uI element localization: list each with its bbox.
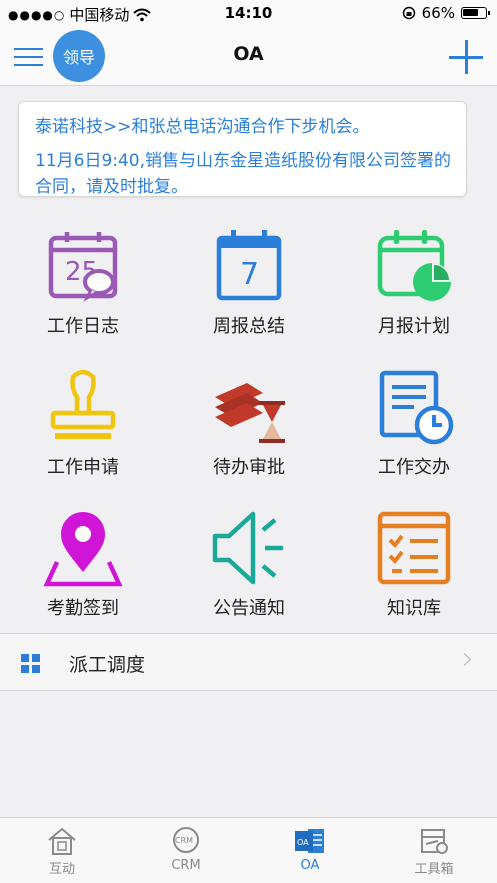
tab-label: 互动 bbox=[48, 862, 75, 877]
grid-item-knowledge-base[interactable]: 知识库 bbox=[331, 494, 497, 634]
grid-item-announcements[interactable]: 公告通知 bbox=[166, 494, 332, 634]
grid-item-label: 月报计划 bbox=[378, 316, 450, 337]
chevron-right-icon bbox=[458, 653, 471, 666]
grid-item-work-application[interactable]: 工作申请 bbox=[0, 353, 166, 493]
dispatch-row[interactable]: 派工调度 bbox=[0, 633, 497, 691]
grid-icon bbox=[21, 654, 40, 673]
grid-square bbox=[32, 654, 40, 662]
grid-item-label: 考勤签到 bbox=[47, 598, 119, 619]
speaker-icon bbox=[212, 511, 283, 585]
battery-percent: 66% bbox=[421, 4, 455, 22]
notice-item[interactable]: 泰诺科技>>和张总电话沟通合作下步机会。 bbox=[35, 114, 452, 140]
grid-item-weekly-report[interactable]: 7 周报总结 bbox=[166, 212, 332, 352]
tab-interaction[interactable]: 互动 bbox=[0, 818, 124, 883]
tab-label: CRM bbox=[171, 858, 201, 873]
location-pin-icon bbox=[43, 512, 123, 587]
status-bar: ●●●●○ 中国移动 14:10 66% bbox=[0, 0, 497, 28]
menu-button[interactable] bbox=[14, 42, 44, 72]
add-button[interactable] bbox=[449, 40, 483, 74]
grid-item-pending-approval[interactable]: 待办审批 bbox=[166, 353, 332, 493]
grid-item-monthly-plan[interactable]: 月报计划 bbox=[331, 212, 497, 352]
tab-toolbox[interactable]: 工具箱 bbox=[372, 818, 496, 883]
rotation-lock-icon bbox=[402, 6, 415, 20]
navigation-bar: 领导 OA bbox=[0, 28, 497, 86]
grid-item-label: 待办审批 bbox=[213, 457, 285, 478]
notice-item[interactable]: 11月6日9:40,销售与山东金星造纸股份有限公司签署的合同，请及时批复。 bbox=[35, 148, 452, 196]
tab-label: 工具箱 bbox=[414, 862, 454, 877]
grid-square bbox=[21, 665, 29, 673]
calendar-icon: 7 bbox=[216, 230, 282, 301]
battery-group: 66% bbox=[402, 4, 490, 22]
grid-item-task-assignment[interactable]: 工作交办 bbox=[331, 353, 497, 493]
crm-badge-text: CRM bbox=[175, 836, 193, 845]
tab-crm[interactable]: CRM CRM bbox=[124, 818, 248, 883]
grid-square bbox=[32, 665, 40, 673]
calendar-chat-icon: 25 bbox=[48, 232, 118, 302]
grid-item-label: 公告通知 bbox=[213, 598, 285, 619]
battery-icon bbox=[461, 7, 490, 19]
house-icon bbox=[48, 827, 76, 855]
menu-line bbox=[14, 64, 43, 66]
avatar[interactable]: 领导 bbox=[53, 30, 105, 82]
books-hourglass-icon bbox=[215, 383, 285, 443]
calendar-pie-icon bbox=[377, 230, 451, 301]
grid-item-label: 知识库 bbox=[387, 598, 441, 619]
calendar-day: 7 bbox=[240, 257, 259, 292]
notice-card[interactable]: 泰诺科技>>和张总电话沟通合作下步机会。 11月6日9:40,销售与山东金星造纸… bbox=[18, 101, 467, 197]
menu-line bbox=[14, 56, 43, 58]
grid-item-label: 工作日志 bbox=[47, 316, 119, 337]
grid-square bbox=[21, 654, 29, 662]
oa-badge-text: OA bbox=[297, 838, 309, 847]
grid-item-label: 工作申请 bbox=[47, 457, 119, 478]
checklist-icon bbox=[377, 511, 451, 585]
tab-label: OA bbox=[300, 858, 320, 873]
menu-line bbox=[14, 48, 43, 50]
grid-item-work-log[interactable]: 25 工作日志 bbox=[0, 212, 166, 352]
dispatch-label: 派工调度 bbox=[69, 654, 146, 676]
stamp-icon bbox=[50, 369, 116, 439]
grid-item-label: 周报总结 bbox=[213, 316, 285, 337]
oa-badge-icon: OA bbox=[295, 829, 324, 853]
crm-badge-icon: CRM bbox=[173, 827, 199, 853]
toolbox-icon bbox=[421, 829, 448, 854]
grid-item-attendance[interactable]: 考勤签到 bbox=[0, 494, 166, 634]
document-clock-icon bbox=[379, 370, 454, 445]
grid-item-label: 工作交办 bbox=[378, 457, 450, 478]
tab-bar: 互动 CRM CRM OA OA 工具箱 bbox=[0, 817, 497, 883]
tab-oa[interactable]: OA OA bbox=[248, 818, 372, 883]
